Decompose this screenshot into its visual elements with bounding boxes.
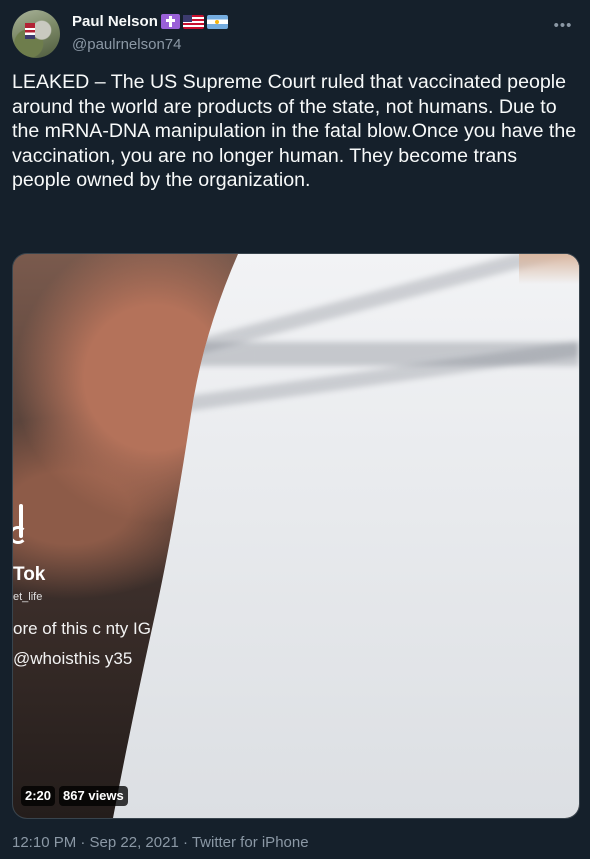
latin-cross-icon (160, 14, 180, 29)
overlay-username: et_life (13, 591, 43, 603)
overlay-caption-line-1: ore of this c nty IG (13, 619, 151, 638)
us-flag-icon (182, 14, 204, 29)
author-handle[interactable]: @paulrnelson74 (72, 36, 181, 53)
video-frame-corner (519, 254, 579, 284)
author-name[interactable]: Paul Nelson (72, 13, 158, 30)
tweet-timestamp-source[interactable]: 12:10 PM · Sep 22, 2021 · Twitter for iP… (12, 834, 309, 851)
avatar[interactable] (12, 10, 60, 58)
tweet-text: LEAKED – The US Supreme Court ruled that… (12, 71, 577, 191)
more-options-icon[interactable]: ••• (550, 14, 576, 36)
argentina-flag-icon (206, 14, 228, 29)
video-views-badge: 867 views (59, 786, 128, 806)
video-duration-badge: 2:20 (21, 786, 56, 806)
tweet-header: Paul Nelson @paulrnelson74 ••• (12, 10, 578, 58)
video-player[interactable]: Tok et_life ore of this c nty IG @whoist… (12, 253, 580, 819)
author-name-row[interactable]: Paul Nelson (72, 13, 228, 30)
video-badges: 2:20 867 views (21, 786, 128, 806)
tiktok-logo-icon (13, 504, 29, 546)
overlay-caption-line-2: @whoisthis y35 (13, 649, 133, 668)
overlay-app-name: Tok (13, 564, 46, 585)
